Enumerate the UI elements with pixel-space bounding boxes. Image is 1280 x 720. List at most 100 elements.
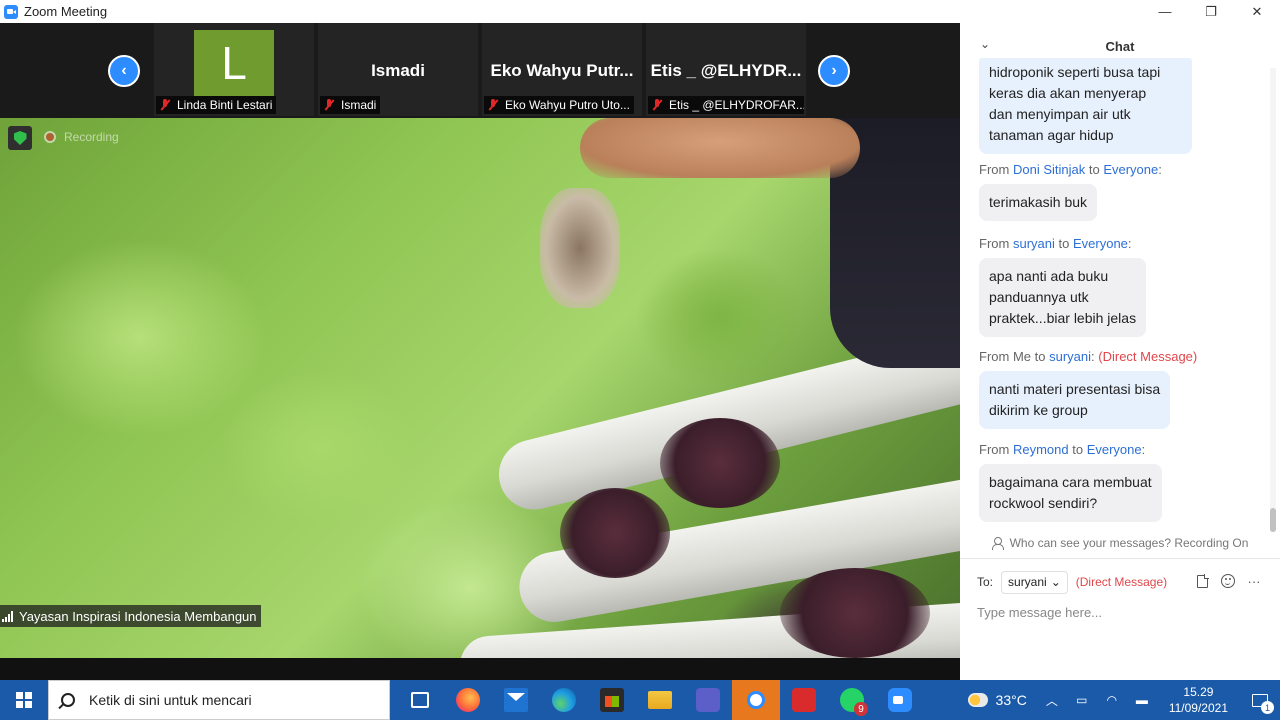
chat-message-bubble: apa nanti ada buku panduannya utk prakte…	[979, 258, 1147, 337]
emoji-icon	[1221, 574, 1235, 588]
chat-message-bubble: nanti materi presentasi bisa dikirim ke …	[979, 371, 1171, 429]
participant-label: Etis _ @ELHYDROFAR...	[648, 96, 804, 114]
notification-center-button[interactable]: 1	[1240, 680, 1280, 720]
participant-tile[interactable]: Eko Wahyu Putr... Eko Wahyu Putro Uto...	[482, 23, 642, 116]
colon: :	[1141, 442, 1146, 457]
close-button[interactable]: ✕	[1234, 0, 1280, 23]
message-line: bagaimana cara membuat	[989, 474, 1152, 490]
recipient-name[interactable]: suryani	[1049, 349, 1091, 364]
store-icon	[600, 688, 624, 712]
participant-label: Eko Wahyu Putro Uto...	[484, 96, 634, 114]
edge-icon	[552, 688, 576, 712]
to-prefix: to	[1058, 236, 1070, 251]
active-speaker-video[interactable]: Recording Yayasan Inspirasi Indonesia Me…	[0, 118, 960, 658]
participant-display-name: Etis _ @ELHYDR...	[650, 61, 802, 80]
edge-button[interactable]	[540, 680, 588, 720]
windows-logo-icon	[16, 692, 32, 708]
clock[interactable]: 15.29 11/09/2021	[1157, 684, 1240, 716]
next-participants-button[interactable]: ›	[818, 55, 850, 87]
recipient-name[interactable]: Everyone	[1087, 442, 1142, 457]
acrobat-button[interactable]	[780, 680, 828, 720]
visibility-note-text: Who can see your messages? Recording On	[1009, 536, 1249, 550]
speaker-name: Yayasan Inspirasi Indonesia Membangun	[19, 608, 257, 624]
whatsapp-button[interactable]: 9	[828, 680, 876, 720]
start-button[interactable]	[0, 680, 48, 720]
chat-header: ⌄ Chat	[960, 34, 1280, 58]
recipient-name[interactable]: Everyone	[1103, 162, 1158, 177]
avatar: L	[194, 30, 274, 96]
direct-message-tag: (Direct Message)	[1098, 349, 1198, 364]
mail-icon	[504, 688, 528, 712]
mic-muted-icon	[158, 99, 172, 111]
previous-participants-button[interactable]: ‹	[108, 55, 140, 87]
message-line: panduannya utk	[989, 289, 1089, 305]
message-line: nanti materi presentasi bisa	[989, 381, 1161, 397]
video-scenery	[780, 568, 930, 658]
participant-tile[interactable]: Etis _ @ELHYDR... Etis _ @ELHYDROFAR...	[646, 23, 806, 116]
zoom-icon	[888, 688, 912, 712]
taskbar-search[interactable]: Ketik di sini untuk mencari	[48, 680, 390, 720]
sender-name[interactable]: suryani	[1013, 236, 1055, 251]
mic-muted-icon	[486, 99, 500, 111]
weather-icon[interactable]	[967, 693, 988, 707]
message-sender-line: From Me to suryani: (Direct Message)	[979, 349, 1197, 364]
maximize-button[interactable]: ❐	[1188, 0, 1234, 23]
security-shield-icon[interactable]	[8, 126, 32, 150]
window-controls: — ❐ ✕	[1142, 0, 1280, 23]
participant-display-name: Ismadi	[371, 61, 425, 80]
zoom-app-icon	[4, 4, 18, 19]
clock-date: 11/09/2021	[1168, 701, 1228, 715]
chat-message-list[interactable]: hidroponik seperti busa tapi keras dia a…	[960, 58, 1280, 530]
colon: :	[1158, 162, 1162, 177]
chat-scrollbar[interactable]	[1270, 68, 1276, 532]
search-icon	[61, 693, 75, 707]
participant-tile[interactable]: Ismadi Ismadi	[318, 23, 478, 116]
store-button[interactable]	[588, 680, 636, 720]
visibility-note[interactable]: Who can see your messages? Recording On	[960, 536, 1280, 550]
sender-name[interactable]: Doni Sitinjak	[1013, 162, 1085, 177]
sender-name[interactable]: Reymond	[1013, 442, 1069, 457]
recording-dot-icon	[44, 131, 56, 143]
recipient-select[interactable]: suryani ⌄	[1001, 570, 1068, 594]
temperature[interactable]: 33°C	[996, 692, 1027, 708]
wifi-icon[interactable]: ◠	[1097, 693, 1127, 707]
more-options-button[interactable]: ···	[1246, 573, 1262, 589]
task-view-button[interactable]	[396, 680, 444, 720]
message-line: rockwool sendiri?	[989, 495, 1098, 511]
battery-icon[interactable]: ▬	[1127, 693, 1157, 707]
file-icon	[1196, 573, 1209, 588]
recording-indicator: Recording	[44, 130, 119, 144]
colon: :	[1127, 236, 1132, 251]
teams-button[interactable]	[684, 680, 732, 720]
from-prefix: From	[979, 236, 1010, 251]
emoji-button[interactable]	[1220, 573, 1236, 589]
chevron-up-icon[interactable]: ︿	[1037, 692, 1067, 709]
file-button[interactable]	[1194, 573, 1210, 589]
signal-strength-icon	[2, 610, 13, 622]
chat-message-bubble: terimakasih buk	[979, 184, 1098, 221]
title-bar: Zoom Meeting	[0, 0, 960, 23]
firefox-button[interactable]	[444, 680, 492, 720]
participant-display-name: Eko Wahyu Putr...	[490, 61, 634, 80]
chat-message-input[interactable]	[977, 602, 1267, 622]
recipient-selected: suryani	[1008, 575, 1047, 589]
zoom-button[interactable]	[876, 680, 924, 720]
people-icon	[991, 537, 1006, 550]
scrollbar-thumb[interactable]	[1270, 508, 1276, 532]
device-icon[interactable]: ▭	[1067, 693, 1097, 707]
chat-title: Chat	[1105, 38, 1135, 54]
zoom-installer-button[interactable]	[732, 680, 780, 720]
speaker-name-label: Yayasan Inspirasi Indonesia Membangun	[0, 605, 261, 627]
file-explorer-button[interactable]	[636, 680, 684, 720]
clock-time: 15.29	[1183, 685, 1214, 699]
chevron-down-icon[interactable]: ⌄	[980, 37, 990, 51]
minimize-button[interactable]: —	[1142, 0, 1188, 23]
to-label: To:	[977, 575, 994, 589]
to-prefix: to	[1034, 349, 1046, 364]
from-prefix: From	[979, 442, 1010, 457]
folder-icon	[648, 691, 672, 709]
mail-button[interactable]	[492, 680, 540, 720]
mic-muted-icon	[650, 99, 664, 111]
participant-tile[interactable]: L Linda Binti Lestari	[154, 23, 314, 116]
recipient-name[interactable]: Everyone	[1073, 236, 1128, 251]
